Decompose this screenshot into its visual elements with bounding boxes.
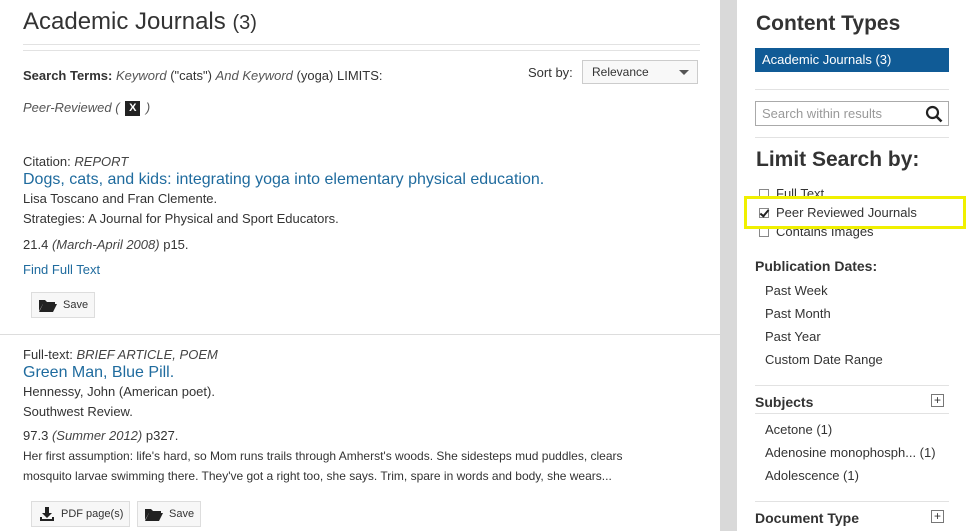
find-full-text-link[interactable]: Find Full Text (23, 260, 703, 280)
pub-date-past-year[interactable]: Past Year (765, 329, 821, 344)
subject-item[interactable]: Acetone (1) (765, 422, 832, 437)
search-icon[interactable] (925, 105, 943, 123)
divider (755, 89, 949, 90)
sidebar: Content Types Academic Journals (3) Sear… (737, 0, 968, 531)
results-panel: Academic Journals (3) Search Terms: Keyw… (0, 0, 720, 531)
panel-gutter (720, 0, 737, 531)
download-icon (40, 507, 54, 521)
pdf-pages-button[interactable]: PDF page(s) (31, 501, 131, 527)
subjects-title: Subjects (755, 394, 814, 410)
divider (755, 413, 949, 414)
search-within-input[interactable]: Search within results (755, 101, 949, 126)
publication-dates-title: Publication Dates: (755, 258, 878, 274)
limit-search-title: Limit Search by: (756, 148, 920, 171)
content-types-title: Content Types (756, 12, 901, 35)
result-snippet: Her first assumption: life's hard, so Mo… (23, 449, 623, 463)
document-type-title: Document Type (755, 510, 859, 526)
result-citation: 21.4 (March-April 2008) p15. (23, 237, 189, 252)
divider (0, 334, 720, 335)
result-source: Southwest Review. (23, 404, 133, 419)
divider (23, 44, 700, 45)
result-snippet: mosquito larvae swimming there. They've … (23, 469, 612, 483)
divider (755, 385, 949, 386)
divider (755, 501, 949, 502)
folder-icon (39, 300, 57, 312)
result-authors: Hennessy, John (American poet). (23, 384, 215, 399)
divider (23, 50, 700, 51)
content-type-academic-journals[interactable]: Academic Journals (3) (755, 48, 949, 72)
chevron-down-icon (679, 70, 689, 75)
sort-label: Sort by: (528, 65, 573, 80)
sort-select[interactable]: Relevance (582, 60, 698, 84)
result-citation: 97.3 (Summer 2012) p327. (23, 428, 179, 443)
highlight-box (744, 196, 966, 229)
result-source: Strategies: A Journal for Physical and S… (23, 211, 339, 226)
save-button[interactable]: Save (137, 501, 202, 527)
active-limit: Peer-Reviewed ( X ) (23, 100, 151, 117)
pub-date-past-week[interactable]: Past Week (765, 283, 828, 298)
expand-document-type-plus-icon[interactable]: + (931, 510, 944, 523)
result-title-link[interactable]: Dogs, cats, and kids: integrating yoga i… (23, 171, 703, 189)
expand-subjects-plus-icon[interactable]: + (931, 394, 944, 407)
subject-item[interactable]: Adenosine monophosph... (1) (765, 445, 936, 460)
page-title: Academic Journals (3) (23, 8, 257, 36)
pub-date-custom-range[interactable]: Custom Date Range (765, 352, 883, 367)
remove-limit-button[interactable]: X (125, 101, 141, 117)
result-item: Full-text: BRIEF ARTICLE, POEM Green Man… (23, 347, 703, 486)
result-item: Citation: REPORT Dogs, cats, and kids: i… (23, 154, 703, 280)
title-text: Academic Journals (23, 8, 226, 35)
save-button[interactable]: Save (31, 292, 96, 318)
result-title-link[interactable]: Green Man, Blue Pill. (23, 364, 703, 382)
divider (755, 137, 949, 138)
search-terms: Search Terms: Keyword ("cats") And Keywo… (23, 68, 383, 83)
subject-item[interactable]: Adolescence (1) (765, 468, 859, 483)
pub-date-past-month[interactable]: Past Month (765, 306, 831, 321)
result-authors: Lisa Toscano and Fran Clemente. (23, 191, 218, 206)
folder-icon (145, 509, 163, 521)
title-count: (3) (232, 12, 257, 34)
